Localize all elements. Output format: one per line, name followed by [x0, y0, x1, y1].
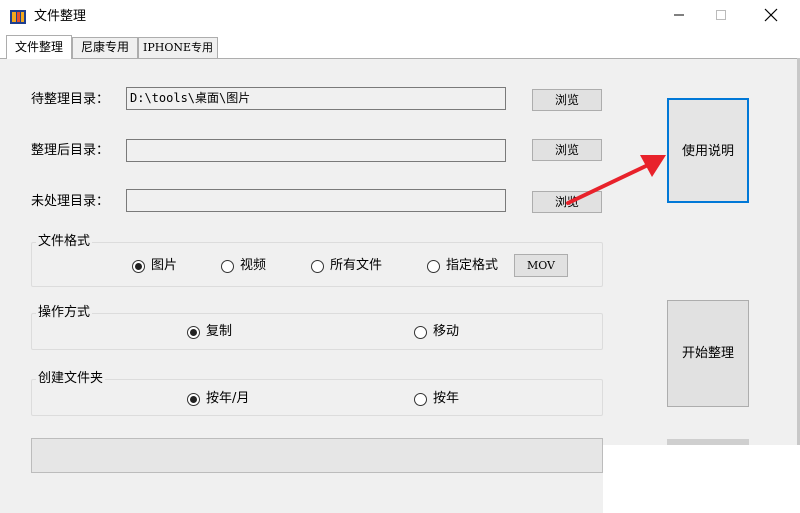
window-title: 文件整理 — [34, 9, 87, 24]
hidden-button-edge — [667, 439, 749, 445]
folder-option-label: 按年/月 — [206, 391, 250, 406]
folder-option-year-month[interactable]: 按年/月 — [187, 391, 249, 407]
operation-option-label: 移动 — [433, 324, 460, 339]
radio-unselected[interactable] — [311, 259, 324, 273]
tab-file-organize[interactable]: 文件整理 — [6, 35, 72, 59]
folder-grid-icon — [10, 10, 26, 24]
radio-selected[interactable] — [187, 392, 200, 406]
tab-iphone[interactable]: IPHONE专用 — [138, 37, 218, 58]
format-option-image[interactable]: 图片 — [132, 258, 177, 274]
operation-group — [31, 313, 603, 350]
unprocessed-dir-field[interactable] — [126, 189, 506, 212]
red-arrow-annotation — [566, 155, 666, 205]
minimize-button[interactable] — [656, 0, 702, 34]
target-dir-field[interactable] — [126, 139, 506, 162]
source-browse-button[interactable]: 浏览 — [532, 89, 602, 111]
create-folder-title: 创建文件夹 — [36, 371, 106, 387]
close-button[interactable] — [748, 0, 794, 34]
operation-title: 操作方式 — [36, 305, 93, 321]
unprocessed-dir-label: 未处理目录： — [31, 194, 110, 209]
minimize-icon — [673, 9, 685, 25]
create-folder-group — [31, 379, 603, 416]
progress-bar — [31, 438, 603, 473]
maximize-icon — [715, 9, 727, 25]
folder-option-year[interactable]: 按年 — [414, 391, 459, 407]
radio-selected[interactable] — [187, 325, 200, 339]
format-option-video[interactable]: 视频 — [221, 258, 266, 274]
window-edge — [603, 445, 800, 513]
format-option-label: 指定格式 — [446, 258, 499, 273]
radio-unselected[interactable] — [427, 259, 440, 273]
folder-option-label: 按年 — [433, 391, 460, 406]
tab-nikon[interactable]: 尼康专用 — [72, 37, 138, 58]
target-dir-label: 整理后目录： — [31, 143, 110, 158]
source-dir-label: 待整理目录： — [31, 92, 110, 107]
format-option-label: 所有文件 — [330, 258, 383, 273]
source-dir-field[interactable]: D:\tools\桌面\图片 — [126, 87, 506, 110]
start-button[interactable]: 开始整理 — [667, 300, 749, 407]
operation-option-move[interactable]: 移动 — [414, 324, 459, 340]
format-option-custom[interactable]: 指定格式 — [427, 258, 498, 274]
custom-format-field[interactable]: MOV — [514, 254, 568, 277]
operation-option-copy[interactable]: 复制 — [187, 324, 232, 340]
format-option-all[interactable]: 所有文件 — [311, 258, 382, 274]
radio-selected[interactable] — [132, 259, 145, 273]
format-option-label: 视频 — [240, 258, 267, 273]
format-option-label: 图片 — [151, 258, 178, 273]
file-format-title: 文件格式 — [36, 234, 93, 250]
close-icon — [764, 8, 778, 26]
maximize-button[interactable] — [698, 0, 744, 34]
operation-option-label: 复制 — [206, 324, 233, 339]
radio-unselected[interactable] — [414, 392, 427, 406]
radio-unselected[interactable] — [221, 259, 234, 273]
radio-unselected[interactable] — [414, 325, 427, 339]
